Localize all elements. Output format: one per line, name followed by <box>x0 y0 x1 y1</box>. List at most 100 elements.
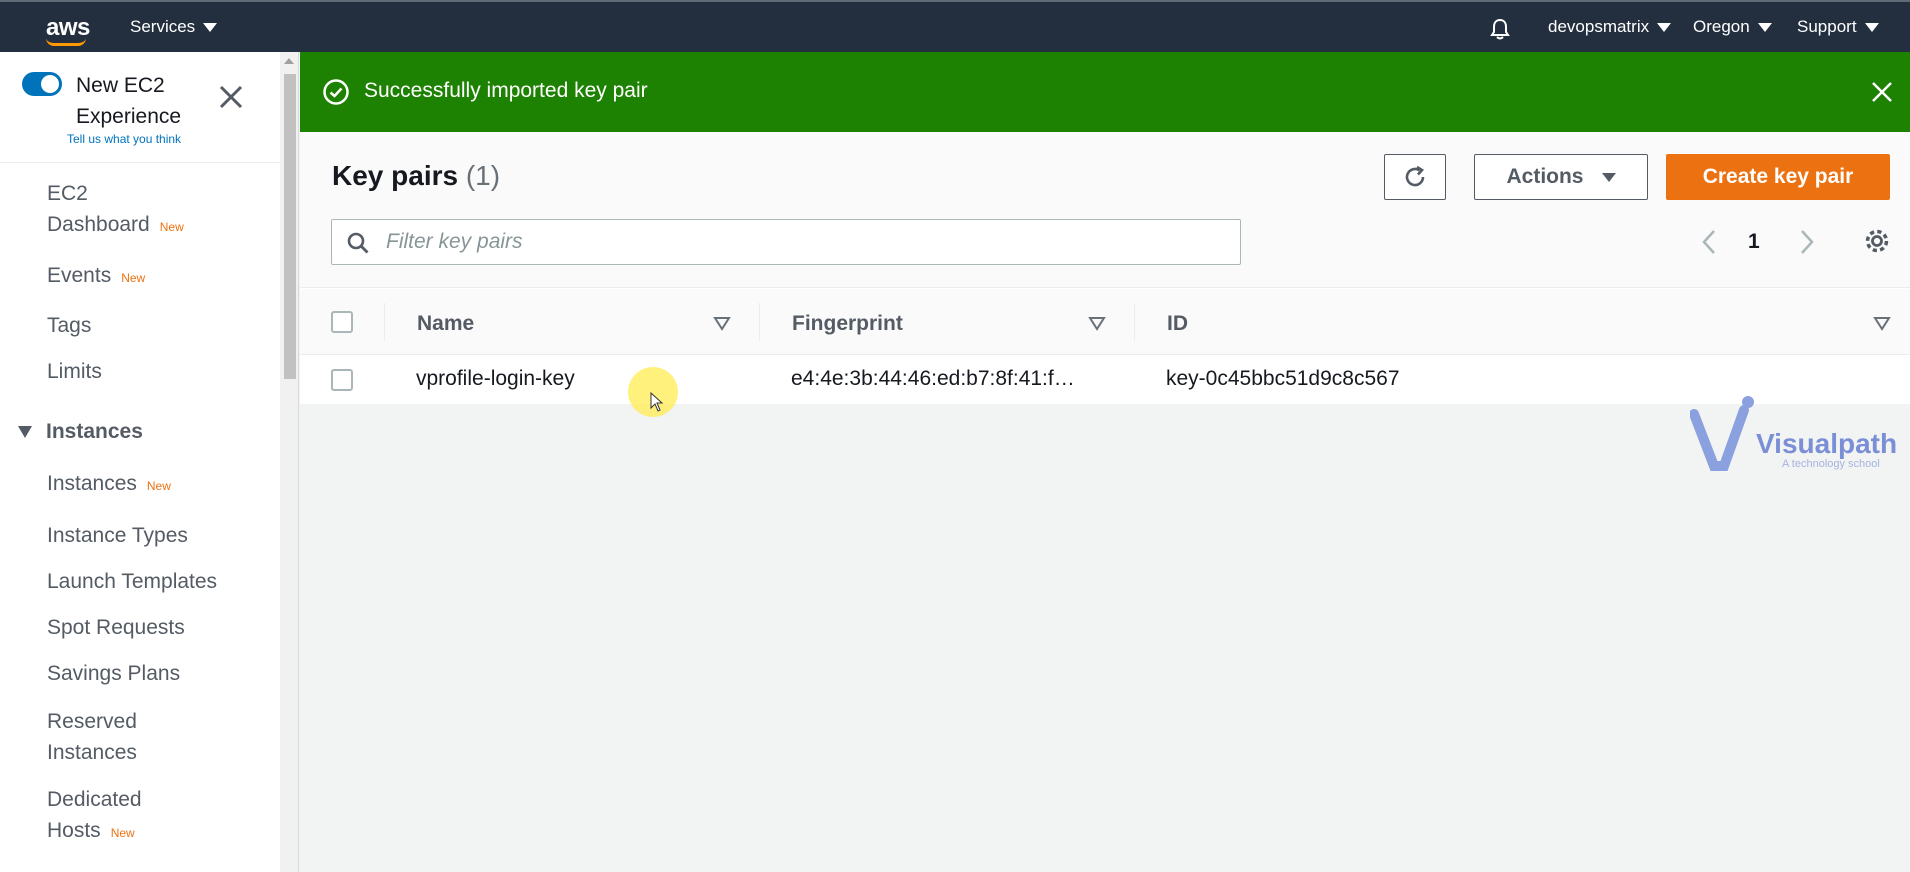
section-title-label: Instances <box>46 420 143 443</box>
panel-header: Key pairs (1) Actions Create key pair Fi… <box>300 132 1910 288</box>
scrollbar-thumb[interactable] <box>284 74 296 379</box>
feedback-link[interactable]: Tell us what you think <box>67 132 181 146</box>
check-circle-icon <box>323 79 349 105</box>
close-icon[interactable] <box>218 84 244 110</box>
column-separator <box>759 303 760 341</box>
sidebar-scrollbar[interactable] <box>280 52 299 872</box>
search-icon <box>347 232 369 254</box>
sidebar-item-label: Dedicated <box>47 788 142 811</box>
aws-logo-smile <box>46 38 86 46</box>
create-key-pair-button[interactable]: Create key pair <box>1666 154 1890 200</box>
watermark-tagline: A technology school <box>1782 458 1880 470</box>
sidebar-item-label: Instances <box>47 472 137 495</box>
account-menu[interactable]: devopsmatrix <box>1548 17 1672 37</box>
mouse-pointer-icon <box>650 392 664 412</box>
sidebar-item-label: Reserved <box>47 710 137 733</box>
new-experience-toggle[interactable] <box>22 72 62 96</box>
sidebar: New EC2 Experience Tell us what you thin… <box>0 52 280 872</box>
sidebar-item-label: Limits <box>47 360 102 383</box>
new-badge: New <box>110 826 135 840</box>
actions-button[interactable]: Actions <box>1474 154 1648 200</box>
chevron-down-icon <box>1657 22 1672 32</box>
bell-icon[interactable] <box>1490 18 1510 40</box>
chevron-down-icon <box>1864 22 1879 32</box>
services-label: Services <box>130 17 196 36</box>
toggle-knob <box>41 75 59 93</box>
sidebar-item-label: Launch Templates <box>47 570 218 593</box>
chevron-left-icon[interactable] <box>1698 228 1722 256</box>
chevron-right-icon[interactable] <box>1794 228 1818 256</box>
sidebar-item-ec2-dashboard[interactable]: EC2 Dashboard New <box>47 178 184 243</box>
visualpath-logo-icon <box>1690 396 1754 471</box>
sidebar-item-label: Spot Requests <box>47 616 185 639</box>
caret-down-icon <box>1601 172 1616 182</box>
sidebar-item-tags[interactable]: Tags <box>47 310 91 341</box>
chevron-down-icon <box>203 22 218 32</box>
filter-search-box[interactable] <box>331 219 1241 265</box>
sort-icon[interactable] <box>1088 315 1106 331</box>
row-checkbox[interactable] <box>331 369 353 391</box>
item-count: (1) <box>465 160 501 191</box>
sidebar-item-events[interactable]: Events New <box>47 260 145 294</box>
services-menu[interactable]: Services <box>130 17 218 37</box>
support-menu[interactable]: Support <box>1797 17 1879 37</box>
new-badge: New <box>121 271 146 285</box>
refresh-button[interactable] <box>1384 154 1446 200</box>
sidebar-item-label: Instance Types <box>47 524 188 547</box>
key-pairs-panel: Key pairs (1) Actions Create key pair Fi… <box>300 132 1910 404</box>
table-row[interactable]: vprofile-login-key e4:4e:3b:44:46:ed:b7:… <box>300 356 1910 404</box>
sidebar-item-instance-types[interactable]: Instance Types <box>47 520 188 551</box>
sort-icon[interactable] <box>1873 315 1891 331</box>
sidebar-item-savings-plans[interactable]: Savings Plans <box>47 658 180 689</box>
experience-title: New EC2 Experience <box>76 74 182 128</box>
panel-title-label: Key pairs <box>332 160 459 191</box>
sidebar-item-label: Savings Plans <box>47 662 181 685</box>
sidebar-item-dedicated-hosts[interactable]: Dedicated Hosts New <box>47 784 142 849</box>
banner-message: Successfully imported key pair <box>364 79 648 102</box>
new-badge: New <box>146 479 171 493</box>
region-label: Oregon <box>1693 17 1750 36</box>
sidebar-item-label: Dashboard <box>47 213 150 236</box>
sidebar-item-launch-templates[interactable]: Launch Templates <box>47 566 217 597</box>
divider <box>0 162 280 163</box>
scroll-up-arrow-icon[interactable] <box>284 58 294 64</box>
sidebar-item-label: Events <box>47 264 112 287</box>
caret-down-icon <box>18 426 32 438</box>
sidebar-item-spot-requests[interactable]: Spot Requests <box>47 612 185 643</box>
key-pair-id: key-0c45bbc51d9c8c567 <box>1166 367 1400 390</box>
sidebar-item-label: Hosts <box>47 819 101 842</box>
table-header: Name Fingerprint ID <box>300 289 1910 355</box>
success-banner: Successfully imported key pair <box>300 52 1910 132</box>
column-separator <box>1134 303 1135 341</box>
sidebar-item-reserved-instances[interactable]: Reserved Instances <box>47 706 137 768</box>
filter-input[interactable] <box>386 228 1216 256</box>
sidebar-item-label: Instances <box>47 741 137 764</box>
support-label: Support <box>1797 17 1857 36</box>
column-header-id[interactable]: ID <box>1167 312 1188 336</box>
actions-label: Actions <box>1506 165 1584 188</box>
sidebar-item-limits[interactable]: Limits <box>47 356 102 387</box>
column-header-name[interactable]: Name <box>417 312 474 336</box>
sidebar-item-instances[interactable]: Instances New <box>47 468 171 502</box>
new-badge: New <box>159 220 184 234</box>
chevron-down-icon <box>1757 22 1772 32</box>
gear-icon[interactable] <box>1862 226 1892 256</box>
account-label: devopsmatrix <box>1548 17 1650 36</box>
close-icon[interactable] <box>1870 80 1894 104</box>
visualpath-watermark-logo: Visualpath A technology school <box>1690 396 1900 476</box>
top-nav-bar: aws Services devopsmatrix Oregon Support <box>0 0 1910 52</box>
region-menu[interactable]: Oregon <box>1693 17 1772 37</box>
sidebar-section-instances[interactable]: Instances <box>18 420 143 444</box>
sidebar-item-label: Tags <box>47 314 92 337</box>
create-key-pair-label: Create key pair <box>1702 165 1854 188</box>
sort-icon[interactable] <box>713 315 731 331</box>
column-header-fingerprint[interactable]: Fingerprint <box>792 312 903 336</box>
watermark-name: Visualpath <box>1756 428 1898 459</box>
page-number[interactable]: 1 <box>1748 230 1760 254</box>
key-pair-name[interactable]: vprofile-login-key <box>416 367 575 391</box>
select-all-checkbox[interactable] <box>331 311 353 333</box>
column-separator <box>384 303 385 341</box>
page-title: Key pairs (1) <box>332 160 500 192</box>
refresh-icon <box>1405 165 1425 187</box>
sidebar-item-label: EC2 <box>47 182 88 205</box>
